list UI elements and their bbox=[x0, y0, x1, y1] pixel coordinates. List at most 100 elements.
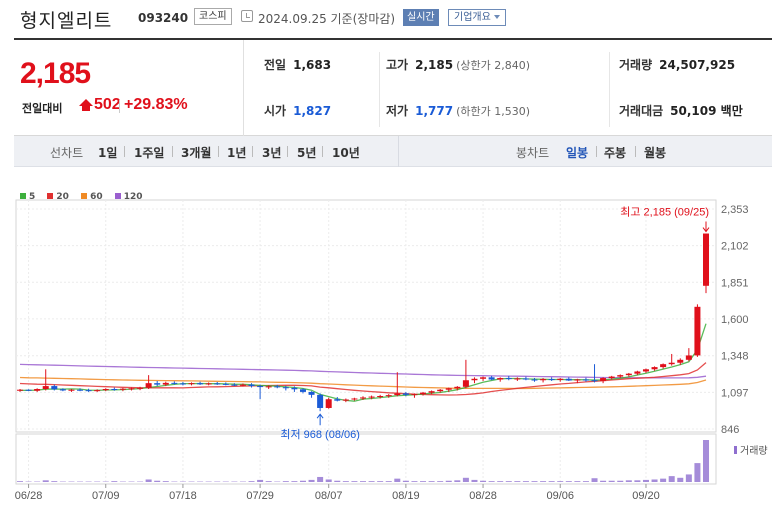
y-tick-label: 1,348 bbox=[721, 351, 749, 363]
volume-bar bbox=[531, 481, 538, 482]
candle-body bbox=[625, 373, 632, 376]
candle-body bbox=[34, 389, 41, 391]
open-cell: 시가 1,827 bbox=[264, 102, 331, 119]
market-badge: 코스피 bbox=[194, 8, 232, 25]
open-value: 1,827 bbox=[293, 104, 332, 118]
x-tick-label: 07/29 bbox=[246, 490, 274, 502]
tab-weekly[interactable]: 주봉 bbox=[604, 144, 626, 161]
ma120-line bbox=[19, 363, 707, 379]
candlestick-chart[interactable]: 2,353 2,102 1,851 1,600 1,348 1,097 846 06/28 07… bbox=[0, 180, 772, 525]
divider bbox=[379, 52, 380, 127]
volume-bar bbox=[368, 481, 375, 482]
volume-bar bbox=[377, 481, 384, 482]
volume-bar bbox=[402, 480, 409, 482]
candle-body bbox=[514, 378, 521, 380]
x-tick-label: 08/07 bbox=[315, 490, 343, 502]
corp-info-button[interactable]: 기업개요 bbox=[448, 9, 506, 26]
prev-close-value: 1,683 bbox=[293, 58, 332, 72]
candle-body bbox=[317, 394, 324, 408]
volume-bar bbox=[111, 481, 118, 482]
tab-1d[interactable]: 1일 bbox=[98, 144, 117, 161]
volume-bar bbox=[462, 477, 469, 482]
volume-bar bbox=[677, 477, 684, 482]
tab-monthly[interactable]: 월봉 bbox=[644, 144, 666, 161]
volume-bar bbox=[582, 481, 589, 482]
y-tick-label: 1,600 bbox=[721, 314, 749, 326]
low-value: 1,777 bbox=[415, 104, 454, 118]
divider bbox=[119, 100, 120, 113]
candle-chart-label: 봉차트 bbox=[516, 146, 550, 160]
y-tick-label: 846 bbox=[721, 424, 739, 436]
up-arrow-icon bbox=[79, 99, 93, 111]
candle-body bbox=[274, 386, 281, 388]
divider bbox=[218, 146, 219, 157]
prev-close-label: 전일 bbox=[264, 58, 287, 72]
x-tick-label: 08/28 bbox=[469, 490, 497, 502]
high-annotation: 최고 2,185 (09/25) bbox=[620, 206, 709, 219]
candle-body bbox=[368, 396, 375, 398]
candle-body bbox=[651, 367, 658, 370]
tab-5y[interactable]: 5년 bbox=[297, 144, 316, 161]
volume-bar bbox=[291, 481, 298, 482]
candle-body bbox=[428, 391, 435, 393]
candle-body bbox=[291, 387, 298, 390]
candle-body bbox=[582, 379, 589, 381]
volume-bar bbox=[359, 481, 367, 482]
tab-1y[interactable]: 1년 bbox=[227, 144, 246, 161]
low-annotation: 최저 968 (08/06) bbox=[280, 428, 360, 441]
volume-bar bbox=[651, 479, 658, 482]
y-tick-label: 2,353 bbox=[721, 204, 749, 216]
tab-1w[interactable]: 1주일 bbox=[134, 144, 164, 161]
candle-body bbox=[617, 375, 624, 377]
candle-body bbox=[668, 362, 675, 365]
candle-body bbox=[265, 386, 272, 388]
candle-body bbox=[385, 395, 392, 397]
prev-close-cell: 전일 1,683 bbox=[264, 56, 331, 73]
change-label: 전일대비 bbox=[22, 102, 63, 115]
candle-body bbox=[608, 376, 615, 379]
volume-bar bbox=[334, 480, 341, 482]
candle-body bbox=[351, 398, 358, 400]
volume-cell: 거래량 24,507,925 bbox=[619, 56, 735, 73]
candle-body bbox=[171, 382, 178, 384]
low-label: 저가 bbox=[386, 104, 409, 118]
amount-value: 50,109 백만 bbox=[670, 104, 743, 118]
candle-body bbox=[102, 389, 109, 391]
volume-bar bbox=[600, 480, 607, 482]
candle-body bbox=[471, 378, 478, 381]
as-of-date: 2024.09.25 기준(장마감) bbox=[258, 12, 396, 26]
high-value: 2,185 bbox=[415, 58, 454, 72]
volume-bar bbox=[308, 479, 315, 482]
volume-bar bbox=[548, 481, 555, 482]
volume-bar bbox=[145, 479, 152, 482]
tab-daily[interactable]: 일봉 bbox=[566, 144, 588, 161]
volume-bar bbox=[514, 481, 521, 482]
current-price: 2,185 bbox=[20, 57, 91, 90]
realtime-button[interactable]: 실시간 bbox=[403, 9, 439, 26]
chart-period-tabs: 선차트 1일 1주일 3개월 1년 3년 5년 10년 봉차트 일봉 주봉 월봉 bbox=[14, 136, 772, 167]
volume-bar bbox=[574, 481, 581, 482]
volume-label: 거래량 bbox=[740, 445, 768, 457]
y-tick-label: 1,851 bbox=[721, 277, 749, 289]
divider bbox=[596, 146, 597, 157]
volume-bar bbox=[342, 481, 349, 482]
volume-bar bbox=[16, 481, 24, 482]
divider bbox=[398, 136, 399, 167]
low-cell: 저가 1,777 (하한가 1,530) bbox=[386, 102, 530, 119]
candle-body bbox=[497, 378, 504, 380]
volume-pane-frame bbox=[15, 433, 717, 485]
candle-body bbox=[85, 390, 92, 392]
tab-10y[interactable]: 10년 bbox=[332, 144, 360, 161]
volume-bar bbox=[685, 474, 692, 482]
candle-body bbox=[488, 377, 495, 380]
volume-label: 거래량 bbox=[619, 58, 653, 72]
volume-bar bbox=[497, 481, 504, 482]
volume-bar bbox=[51, 481, 58, 482]
tab-3m[interactable]: 3개월 bbox=[181, 144, 211, 161]
tab-3y[interactable]: 3년 bbox=[262, 144, 281, 161]
open-label: 시가 bbox=[264, 104, 287, 118]
candle-body bbox=[505, 378, 512, 380]
candle-body bbox=[325, 399, 332, 408]
volume-bar bbox=[488, 481, 495, 482]
candle-body bbox=[334, 399, 341, 401]
